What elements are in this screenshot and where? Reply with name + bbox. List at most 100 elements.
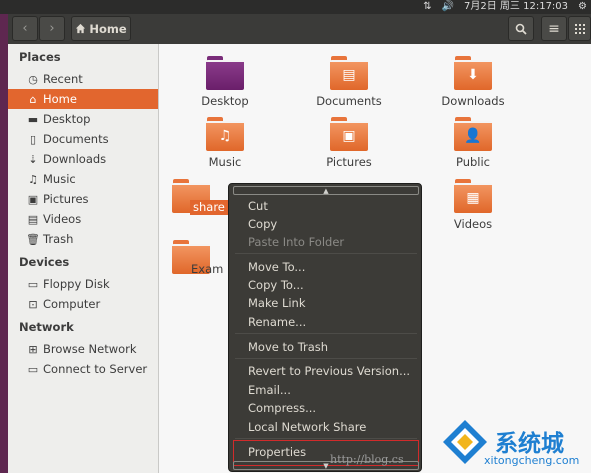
watermark-brand: 系统城 — [495, 431, 564, 457]
file-item-label: Videos — [453, 217, 493, 231]
music-folder-icon: ♫ — [206, 117, 244, 151]
pictures-icon: ▣ — [27, 192, 39, 206]
sidebar-item-label: Floppy Disk — [43, 277, 110, 291]
downloads-folder-icon: ⬇ — [454, 56, 492, 90]
sidebar: Places ◷ Recent ⌂ Home ▬ Desktop ▯ Documents… — [8, 44, 159, 473]
search-button[interactable] — [508, 16, 534, 41]
documents-folder-icon: ▤ — [330, 56, 368, 90]
file-item-label: Public — [455, 155, 491, 169]
grid-icon — [574, 23, 585, 34]
menu-item-rename[interactable]: Rename... — [248, 315, 306, 329]
network-icon: ⊞ — [28, 342, 38, 356]
menu-item-move-to-trash[interactable]: Move to Trash — [248, 340, 328, 354]
clock[interactable]: 7月2日 周三 12:17:03 — [464, 1, 568, 13]
menu-item-copy[interactable]: Copy — [248, 217, 277, 231]
home-icon: ⌂ — [29, 92, 37, 106]
xitongcheng-logo-icon — [443, 420, 487, 464]
menu-separator — [235, 438, 417, 439]
server-icon: ▭ — [27, 362, 39, 376]
sidebar-item-label: Trash — [43, 232, 74, 246]
scroll-up-arrow[interactable]: ▲ — [233, 186, 419, 195]
sidebar-item-label: Recent — [43, 72, 83, 86]
sidebar-item-label: Music — [43, 172, 76, 186]
sidebar-item-connect-to-server[interactable]: ▭ Connect to Server — [8, 359, 158, 379]
file-item-downloads[interactable]: ⬇ Downloads — [423, 56, 523, 108]
file-item-label: Downloads — [441, 94, 505, 108]
sidebar-item-trash[interactable]: 🗑 Trash — [8, 229, 158, 249]
back-button[interactable]: ‹ — [12, 16, 38, 41]
menu-separator — [235, 358, 417, 359]
volume-icon[interactable]: 🔊 — [442, 1, 454, 13]
top-panel: ⇅ 🔊 7月2日 周三 12:17:03 ⚙ — [0, 0, 591, 14]
menu-item-email[interactable]: Email... — [248, 383, 291, 397]
menu-item-revert-version[interactable]: Revert to Previous Version... — [248, 364, 410, 378]
sidebar-item-recent[interactable]: ◷ Recent — [8, 69, 158, 89]
file-item-pictures[interactable]: ▣ Pictures — [299, 117, 399, 169]
menu-item-cut[interactable]: Cut — [248, 199, 268, 213]
sidebar-item-documents[interactable]: ▯ Documents — [8, 129, 158, 149]
watermark-url: http://blog.cs — [330, 453, 404, 466]
sidebar-item-label: Home — [43, 92, 77, 106]
file-item-music[interactable]: ♫ Music — [175, 117, 275, 169]
file-item-label-examples[interactable]: Exam — [191, 262, 223, 276]
network-icon[interactable]: ⇅ — [423, 1, 431, 13]
file-item-desktop[interactable]: Desktop — [175, 56, 275, 108]
menu-item-copy-to[interactable]: Copy To... — [248, 278, 304, 292]
sidebar-item-pictures[interactable]: ▣ Pictures — [8, 189, 158, 209]
videos-folder-icon: ▦ — [454, 179, 492, 213]
sidebar-item-floppy-disk[interactable]: ▭ Floppy Disk — [8, 274, 158, 294]
music-icon: ♫ — [28, 172, 38, 186]
grid-view-button[interactable] — [568, 16, 591, 41]
desktop-icon: ▬ — [27, 112, 39, 126]
floppy-icon: ▭ — [27, 277, 39, 291]
file-item-documents[interactable]: ▤ Documents — [299, 56, 399, 108]
header-bar: ‹ › Home ≡ — [8, 14, 591, 44]
sidebar-item-computer[interactable]: ⊡ Computer — [8, 294, 158, 314]
sidebar-item-label: Pictures — [43, 192, 89, 206]
path-label: Home — [89, 21, 127, 36]
pictures-folder-icon: ▣ — [330, 117, 368, 151]
sidebar-item-home[interactable]: ⌂ Home — [8, 89, 158, 109]
file-item-label: Music — [208, 155, 242, 169]
desktop-folder-icon — [206, 56, 244, 90]
gear-icon[interactable]: ⚙ — [578, 1, 587, 13]
sidebar-item-label: Connect to Server — [43, 362, 148, 376]
sidebar-item-downloads[interactable]: ⇣ Downloads — [8, 149, 158, 169]
menu-separator — [235, 253, 417, 254]
list-view-button[interactable]: ≡ — [541, 16, 567, 41]
sidebar-item-label: Videos — [43, 212, 82, 226]
sidebar-item-label: Computer — [43, 297, 101, 311]
sidebar-item-videos[interactable]: ▤ Videos — [8, 209, 158, 229]
file-item-label: Desktop — [201, 94, 249, 108]
forward-button[interactable]: › — [39, 16, 65, 41]
devices-heading: Devices — [19, 255, 70, 269]
file-item-label: Documents — [316, 94, 382, 108]
context-menu: ▲ Cut Copy Paste Into Folder Move To... … — [228, 183, 422, 472]
file-item-videos[interactable]: ▦ Videos — [423, 179, 523, 231]
recent-icon: ◷ — [28, 72, 38, 86]
menu-item-make-link[interactable]: Make Link — [248, 296, 306, 310]
file-item-label-share[interactable]: share — [190, 200, 228, 215]
places-heading: Places — [19, 50, 61, 64]
videos-icon: ▤ — [27, 212, 39, 226]
menu-item-local-network-share[interactable]: Local Network Share — [248, 420, 366, 434]
home-icon — [76, 23, 86, 34]
sidebar-item-browse-network[interactable]: ⊞ Browse Network — [8, 339, 158, 359]
path-bar-home-button[interactable]: Home — [71, 16, 131, 41]
menu-separator — [235, 333, 417, 334]
sidebar-item-label: Browse Network — [43, 342, 137, 356]
menu-item-move-to[interactable]: Move To... — [248, 260, 305, 274]
watermark-domain: xitongcheng.com — [484, 454, 580, 467]
sidebar-item-music[interactable]: ♫ Music — [8, 169, 158, 189]
computer-icon: ⊡ — [28, 297, 38, 311]
sidebar-item-desktop[interactable]: ▬ Desktop — [8, 109, 158, 129]
download-icon: ⇣ — [28, 152, 38, 166]
menu-item-compress[interactable]: Compress... — [248, 401, 316, 415]
file-item-label: Pictures — [326, 155, 372, 169]
file-item-public[interactable]: 👤 Public — [423, 117, 523, 169]
trash-icon: 🗑 — [26, 232, 40, 246]
public-folder-icon: 👤 — [454, 117, 492, 151]
menu-item-properties[interactable]: Properties — [248, 445, 306, 459]
network-heading: Network — [19, 320, 74, 334]
sidebar-item-label: Desktop — [43, 112, 91, 126]
